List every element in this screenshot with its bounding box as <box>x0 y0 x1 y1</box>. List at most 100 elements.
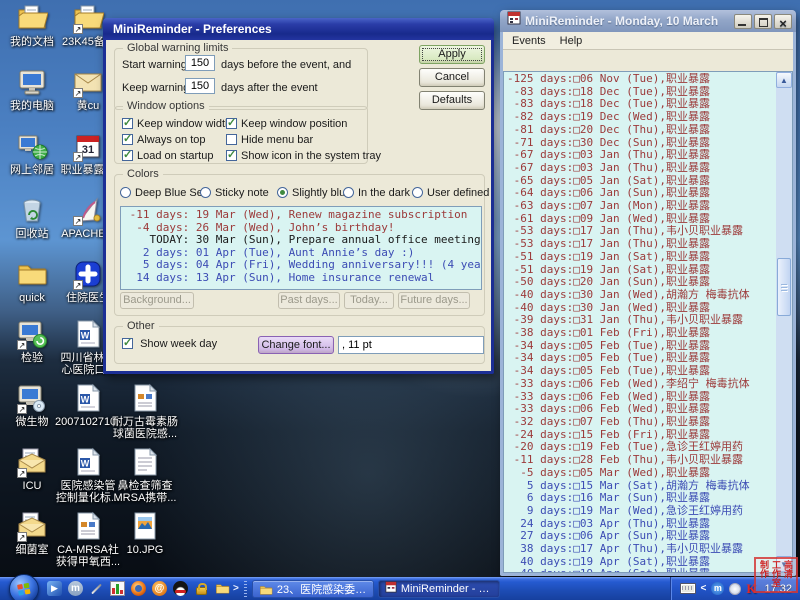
reminder-entry[interactable]: -53 days:□17 Jan (Thu),职业暴露 <box>507 238 776 251</box>
minimize-button-icon[interactable] <box>734 14 752 29</box>
desktop-icon-my-documents[interactable]: 我的文档 <box>4 2 60 48</box>
media-player-icon[interactable]: ▶ <box>46 580 63 597</box>
option-always-on-top[interactable]: Always on top <box>122 134 205 146</box>
minireminder-titlebar[interactable]: MiniReminder - Monday, 10 March <box>500 10 796 32</box>
option-show-tray-icon[interactable]: Show icon in the system tray <box>226 150 381 162</box>
firefox-icon[interactable] <box>130 580 147 597</box>
reminder-entry[interactable]: -40 days:□30 Jan (Wed),胡瀚方 梅毒抗体 <box>507 289 776 302</box>
desktop-icon-xijunshi[interactable]: ↗细菌室 <box>4 510 60 556</box>
load-on-startup-checkbox[interactable] <box>122 150 133 161</box>
hide-menu-bar-checkbox[interactable] <box>226 134 237 145</box>
desktop-icon-ca-mrsa-doc[interactable]: CA-MRSA社 获得甲氧西... <box>60 510 116 568</box>
desktop-icon-bijiancha-doc[interactable]: 鼻检查筛查 MRSA携带... <box>117 446 173 504</box>
color-scheme-user-defined[interactable]: User defined <box>412 187 489 199</box>
keep-window-width-checkbox[interactable] <box>122 118 133 129</box>
taskbar-task-button[interactable]: MiniReminder - Mon... <box>378 580 500 598</box>
menu-events[interactable]: Events <box>506 34 552 48</box>
desktop-icon-naiwangu-doc[interactable]: 耐万古霉素肠 球菌医院感... <box>117 382 173 440</box>
desktop-icon-weishengwu[interactable]: ↗微生物 <box>4 382 60 428</box>
deep-blue-sea-radio[interactable] <box>120 187 131 198</box>
restore-button-icon[interactable] <box>754 14 772 29</box>
qq-icon[interactable] <box>172 580 189 597</box>
desktop-icon-icu[interactable]: ↗ICU <box>4 446 60 492</box>
background-button[interactable]: Background... <box>120 292 194 309</box>
change-font-button[interactable]: Change font... <box>258 336 334 354</box>
desktop-icon-jianyan[interactable]: ↗检验 <box>4 318 60 364</box>
color-scheme-sticky-note[interactable]: Sticky note <box>200 187 269 199</box>
reminder-entry[interactable]: 40 days:□19 Apr (Sat),职业暴露 <box>507 568 776 573</box>
always-on-top-checkbox[interactable] <box>122 134 133 145</box>
reminder-preview-box: -11 days: 19 Mar (Wed), Renew magazine s… <box>120 206 482 290</box>
preview-entry: -11 days: 19 Mar (Wed), Renew magazine s… <box>123 209 481 222</box>
maxthon-tray-icon[interactable]: m <box>711 582 724 595</box>
reminder-entry[interactable]: -82 days:□19 Dec (Wed),职业暴露 <box>507 111 776 124</box>
keyboard-icon[interactable] <box>680 583 696 594</box>
future-days-button[interactable]: Future days... <box>398 292 470 309</box>
option-keep-window-position[interactable]: Keep window position <box>226 118 347 130</box>
option-load-on-startup[interactable]: Load on startup <box>122 150 213 162</box>
option-keep-window-width[interactable]: Keep window width <box>122 118 231 130</box>
slightly-blue-radio[interactable] <box>277 187 288 198</box>
desktop-icon-yiyuan-ganran-doc[interactable]: W医院感染管 控制量化标... <box>60 446 116 504</box>
scrollbar-thumb[interactable] <box>777 258 791 316</box>
reminder-entry[interactable]: -38 days:□01 Feb (Fri),职业暴露 <box>507 327 776 340</box>
scroll-down-arrow-icon[interactable]: ▼ <box>776 556 792 572</box>
reminder-entry[interactable]: -63 days:□07 Jan (Mon),职业暴露 <box>507 200 776 213</box>
stock-chart-icon[interactable] <box>109 580 126 597</box>
scroll-up-arrow-icon[interactable]: ▲ <box>776 72 792 88</box>
keep-window-position-checkbox[interactable] <box>226 118 237 129</box>
reminder-entry[interactable]: -33 days:□06 Feb (Wed),李绍宁 梅毒抗体 <box>507 378 776 391</box>
pen-icon[interactable] <box>88 580 105 597</box>
preferences-titlebar[interactable]: MiniReminder - Preferences <box>103 18 494 40</box>
desktop-icon-quick-folder[interactable]: quick <box>4 258 60 304</box>
reminder-entry[interactable]: 38 days:□17 Apr (Thu),韦小贝职业暴露 <box>507 543 776 556</box>
lock-icon[interactable] <box>193 580 210 597</box>
reminder-entry[interactable]: -34 days:□05 Feb (Tue),职业暴露 <box>507 365 776 378</box>
msn-tray-icon[interactable] <box>729 583 741 595</box>
font-description-field[interactable] <box>338 336 484 354</box>
tray-chevron-icon[interactable]: < <box>701 583 707 594</box>
close-button-icon[interactable] <box>774 14 792 29</box>
reminder-entry[interactable]: -81 days:□20 Dec (Thu),职业暴露 <box>507 124 776 137</box>
folder-icon[interactable] <box>214 580 231 597</box>
past-days-button[interactable]: Past days... <box>278 292 340 309</box>
reminder-entry[interactable]: 9 days:□19 Mar (Wed),急诊王红婷用药 <box>507 505 776 518</box>
taskbar-clock[interactable]: 17:32 <box>761 583 795 595</box>
reminder-entry[interactable]: -67 days:□03 Jan (Thu),职业暴露 <box>507 162 776 175</box>
desktop-icon-network-places[interactable]: 网上邻居 <box>4 130 60 176</box>
desktop-icon-my-computer[interactable]: 我的电脑 <box>4 66 60 112</box>
desktop-icon-recycle-bin[interactable]: 回收站 <box>4 194 60 240</box>
color-scheme-slightly-blue[interactable]: Slightly blue <box>277 187 351 199</box>
in-the-dark-radio[interactable] <box>343 187 354 198</box>
start-button[interactable] <box>9 574 39 600</box>
defaults-button[interactable]: Defaults <box>419 91 485 110</box>
reminder-entry[interactable]: -11 days:□28 Feb (Thu),韦小贝职业暴露 <box>507 454 776 467</box>
show-week-day-option[interactable]: Show week day <box>122 338 217 350</box>
apply-button[interactable]: Apply <box>419 45 485 64</box>
reminder-entry[interactable]: -5 days:□05 Mar (Wed),职业暴露 <box>507 467 776 480</box>
reminder-entry[interactable]: 6 days:□16 Mar (Sun),职业暴露 <box>507 492 776 505</box>
vertical-scrollbar[interactable]: ▲ ▼ <box>776 72 792 572</box>
user-defined-radio[interactable] <box>412 187 423 198</box>
cancel-button[interactable]: Cancel <box>419 68 485 87</box>
start-warning-input[interactable] <box>185 55 215 71</box>
maxthon-icon[interactable]: m <box>67 580 84 597</box>
sticky-note-radio[interactable] <box>200 187 211 198</box>
show-tray-icon-checkbox[interactable] <box>226 150 237 161</box>
show-week-day-checkbox[interactable] <box>122 338 133 349</box>
reminder-entry[interactable]: -51 days:□19 Jan (Sat),职业暴露 <box>507 251 776 264</box>
foxmail-icon[interactable]: @ <box>151 580 168 597</box>
quicklaunch-overflow-chevron[interactable]: > <box>231 583 241 594</box>
reminder-entry[interactable]: -32 days:□07 Feb (Thu),职业暴露 <box>507 416 776 429</box>
desktop-icon-doc-2007102710[interactable]: W2007102710.... <box>60 382 116 428</box>
color-scheme-in-the-dark[interactable]: In the dark <box>343 187 410 199</box>
option-hide-menu-bar[interactable]: Hide menu bar <box>226 134 313 146</box>
reminder-entry[interactable]: -125 days:□06 Nov (Tue),职业暴露 <box>507 73 776 86</box>
keep-warning-input[interactable] <box>185 78 215 94</box>
color-scheme-deep-blue-sea[interactable]: Deep Blue Sea <box>120 187 209 199</box>
desktop-icon-10jpg[interactable]: 10.JPG <box>117 510 173 556</box>
today-button[interactable]: Today... <box>344 292 394 309</box>
menu-help[interactable]: Help <box>554 34 589 48</box>
kingsoft-k-icon[interactable]: K <box>746 581 756 597</box>
taskbar-task-button[interactable]: 23、医院感染委员... <box>252 580 374 598</box>
